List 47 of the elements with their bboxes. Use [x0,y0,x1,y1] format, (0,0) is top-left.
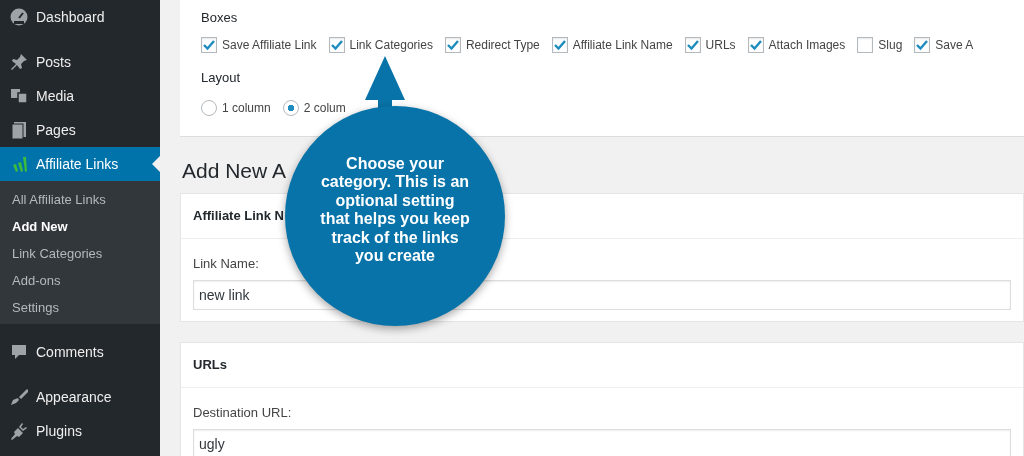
checkbox[interactable] [444,36,461,53]
menu-item[interactable]: Plugins [0,414,160,448]
page-title: Add New A [182,158,286,184]
submenu-item[interactable]: Add New [0,213,160,240]
menu-item[interactable]: Comments [0,335,160,369]
brush-icon [10,388,28,406]
radio-button[interactable] [201,100,217,116]
field-label: Link Name: [193,256,259,272]
menu-item[interactable]: Dashboard [0,0,160,34]
submenu-item[interactable]: Link Categories [0,240,160,267]
checkbox-label: Attach Images [768,36,846,54]
checkbox[interactable] [914,36,931,53]
pin-icon [10,53,28,71]
checkbox[interactable] [201,36,217,53]
checkbox-label: Slug [878,36,903,54]
checkbox-label: Redirect Type [465,36,540,54]
speech-bubble-icon [10,343,28,361]
checkbox[interactable] [328,36,345,53]
submenu-item[interactable]: All Affiliate Links [0,186,160,213]
submenu-item[interactable]: Add-ons [0,267,160,294]
media-icon [10,87,28,105]
checkbox[interactable] [747,36,764,53]
section-label: Layout [201,68,242,87]
submenu-item[interactable]: Settings [0,294,160,321]
menu-item[interactable]: Affiliate Links [0,147,160,181]
checkbox[interactable] [857,36,874,53]
field-label: Destination URL: [193,405,292,421]
radio-button[interactable] [282,100,299,116]
plug-icon [10,422,28,440]
link-logo-icon [10,155,28,173]
menu-item[interactable]: Posts [0,45,160,79]
checkbox-label: Link Categories [349,36,433,54]
section-label: Boxes [201,9,239,27]
input-field[interactable]: ugly [193,429,1011,456]
menu-item[interactable]: Appearance [0,380,160,414]
menu-item[interactable]: Media [0,79,160,113]
checkbox-label: Save Affiliate Link [222,36,317,54]
checkbox-label: URLs [705,36,736,54]
gauge-icon [10,8,28,26]
card-title: URLs [181,343,1023,388]
checkbox[interactable] [684,36,701,53]
pages-icon [10,121,28,139]
checkbox-label: Save A [935,36,974,54]
menu-item[interactable]: Pages [0,113,160,147]
checkbox-label: Affiliate Link Name [572,36,673,54]
radio-label: 1 column [222,100,271,117]
checkbox[interactable] [551,36,568,53]
